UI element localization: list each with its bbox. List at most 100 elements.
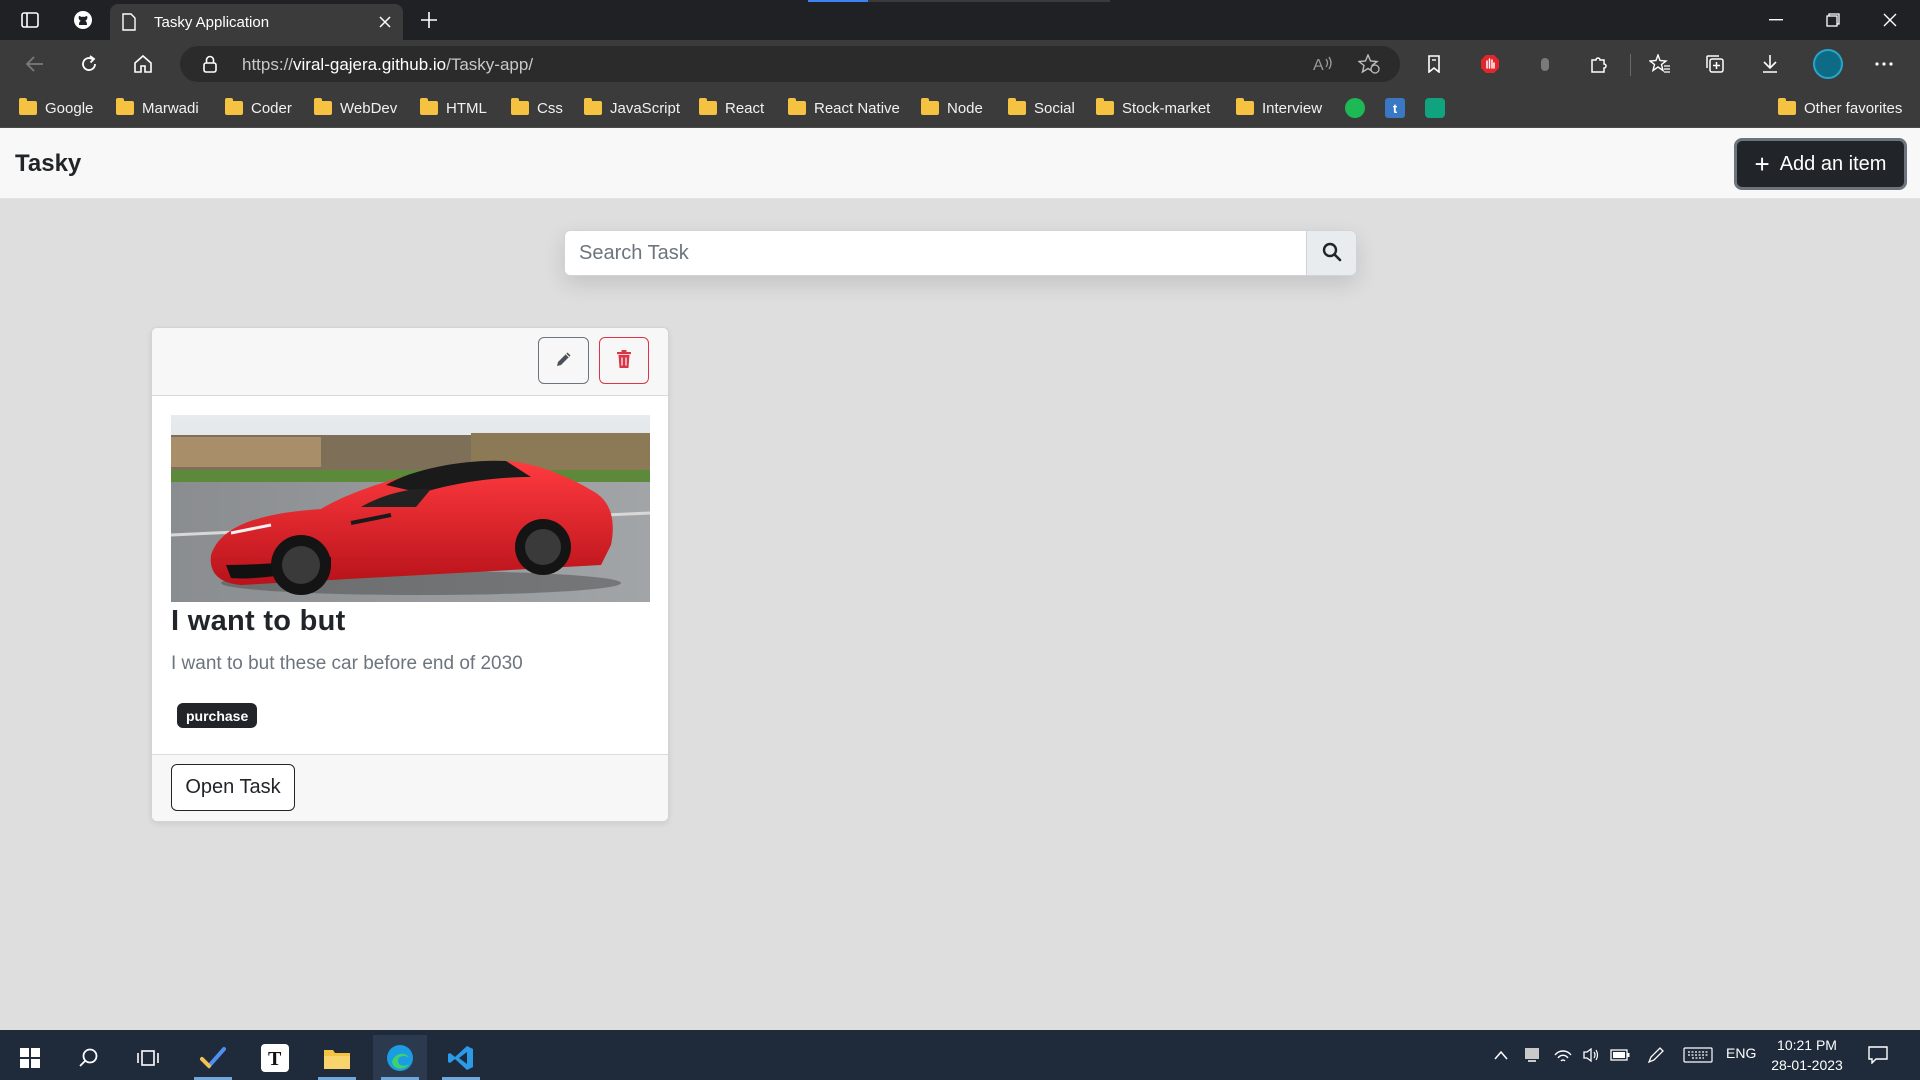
search-button[interactable] [1306,230,1357,276]
os-taskbar: T ENG 10:21 PM 28-01-2023 [0,1030,1920,1080]
bookmark-folder[interactable]: JavaScript [584,96,680,120]
pencil-icon [555,350,573,371]
more-options-icon[interactable] [1869,50,1899,78]
windows-start-icon[interactable] [3,1035,57,1080]
file-explorer-icon[interactable] [310,1035,364,1080]
bookmark-folder[interactable]: HTML [420,96,487,120]
clock-date: 28-01-2023 [1771,1057,1843,1073]
folder-icon [314,98,332,115]
bookmark-folder[interactable]: React Native [788,96,900,120]
favorites-icon[interactable] [1645,50,1675,78]
tab-title: Tasky Application [154,14,270,31]
language-indicator[interactable]: ENG [1726,1045,1756,1061]
task-description: I want to but these car before end of 20… [171,653,523,674]
minimize-icon[interactable] [1758,6,1794,34]
toolbar-separator [1630,54,1631,76]
pen-icon[interactable] [1645,1044,1667,1066]
open-task-button[interactable]: Open Task [171,764,295,811]
folder-icon [116,98,134,115]
search-input[interactable] [564,230,1306,276]
folder-icon [420,98,438,115]
extensions-puzzle-icon[interactable] [1584,50,1614,78]
github-icon[interactable] [70,8,96,32]
adblock-hand-icon[interactable] [1475,50,1505,78]
new-tab-icon[interactable] [416,8,442,32]
bookmark-folder[interactable]: Interview [1236,96,1322,120]
restore-icon[interactable] [1815,6,1851,34]
clock-time: 10:21 PM [1777,1037,1837,1053]
folder-icon [1008,98,1026,115]
chatgpt-icon[interactable] [1425,98,1445,118]
bookmark-folder[interactable]: Node [921,96,983,120]
battery-icon[interactable] [1609,1044,1631,1066]
volume-icon[interactable] [1580,1044,1602,1066]
add-favorite-icon[interactable] [1356,53,1382,75]
delete-button[interactable] [599,337,649,384]
svg-text:T: T [268,1048,282,1070]
search-icon [1322,242,1342,265]
vscode-icon[interactable] [434,1035,488,1080]
trash-icon [616,349,632,372]
url-bar[interactable]: https://viral-gajera.github.io/Tasky-app… [180,46,1400,82]
task-title: I want to but [171,605,346,637]
folder-icon [584,98,602,115]
add-item-label: Add an item [1779,152,1887,175]
spotify-icon[interactable] [1345,98,1365,118]
device-icon[interactable] [1521,1044,1543,1066]
tumblr-icon[interactable]: t [1385,98,1405,118]
other-favorites-folder[interactable]: Other favorites [1778,96,1902,120]
lock-icon[interactable] [202,55,218,78]
bookmark-folder[interactable]: Coder [225,96,292,120]
wifi-icon[interactable] [1552,1044,1574,1066]
edge-browser-icon[interactable] [373,1035,427,1080]
bookmark-folder[interactable]: Google [19,96,93,120]
folder-icon [19,98,37,115]
keyboard-icon[interactable] [1682,1044,1714,1066]
folder-icon [1236,98,1254,115]
task-view-icon[interactable] [121,1035,175,1080]
collections-icon[interactable] [1700,50,1730,78]
back-icon[interactable] [20,50,50,78]
downloads-icon[interactable] [1755,50,1785,78]
search-taskbar-icon[interactable] [62,1035,116,1080]
tab-actions-icon[interactable] [17,8,43,32]
show-hidden-icons[interactable] [1490,1044,1512,1066]
bookmark-folder[interactable]: Stock-market [1096,96,1210,120]
bookmark-extension-icon[interactable] [1419,50,1449,78]
folder-icon [1778,98,1796,115]
edit-button[interactable] [538,337,589,384]
bookmark-folder[interactable]: WebDev [314,96,397,120]
todo-app-icon[interactable] [186,1035,240,1080]
plus-icon: + [1754,149,1770,179]
page-icon [122,13,136,36]
folder-icon [1096,98,1114,115]
tab-tasky[interactable]: Tasky Application [110,4,403,40]
add-item-button[interactable]: + Add an item [1734,138,1907,190]
profile-avatar[interactable] [1813,49,1843,79]
system-clock[interactable]: 10:21 PM 28-01-2023 [1764,1035,1850,1075]
folder-icon [788,98,806,115]
close-window-icon[interactable] [1872,6,1908,34]
card-footer: Open Task [152,754,668,821]
typora-app-icon[interactable]: T [248,1035,302,1080]
bookmark-folder[interactable]: Marwadi [116,96,199,120]
read-aloud-icon[interactable]: A [1310,53,1336,75]
notifications-icon[interactable] [1866,1044,1890,1066]
loading-progress [808,0,1110,2]
task-tag-badge: purchase [177,703,258,728]
page-viewport: Tasky + Add an item Search Task I want t… [0,128,1920,1030]
bookmark-folder[interactable]: React [699,96,764,120]
browser-tab-bar: Tasky Application [0,0,1920,40]
home-icon[interactable] [128,50,158,78]
brand-logo[interactable]: Tasky [15,150,81,178]
bookmark-folder[interactable]: Css [511,96,563,120]
close-tab-icon[interactable] [375,12,395,32]
url-text[interactable]: https://viral-gajera.github.io/Tasky-app… [242,55,533,75]
bookmark-folder[interactable]: Social [1008,96,1075,120]
refresh-icon[interactable] [74,50,104,78]
folder-icon [921,98,939,115]
task-card: I want to but I want to but these car be… [151,327,669,822]
folder-icon [699,98,717,115]
mouse-extension-icon[interactable] [1530,50,1560,78]
svg-text:A: A [1313,57,1324,73]
